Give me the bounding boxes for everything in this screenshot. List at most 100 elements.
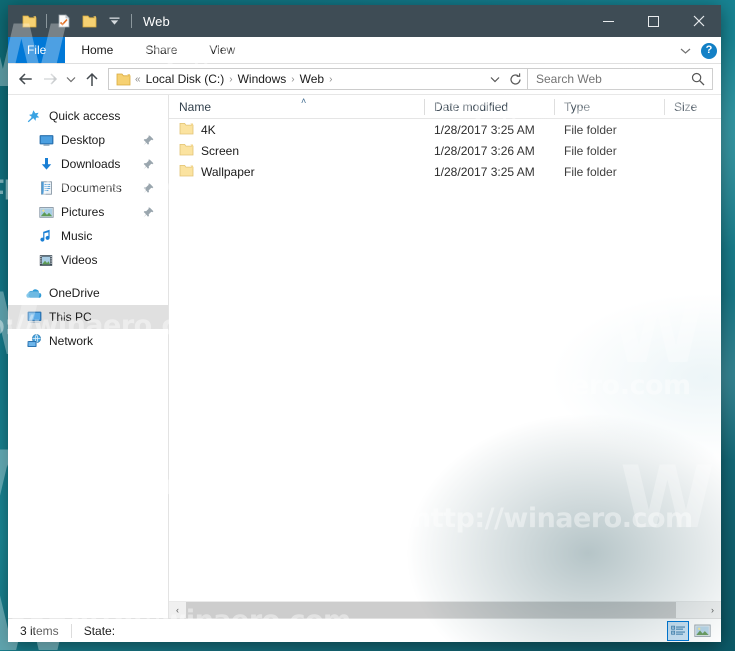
file-type-cell: File folder bbox=[564, 164, 617, 179]
column-header-type[interactable]: Type bbox=[554, 95, 664, 119]
close-button[interactable] bbox=[676, 5, 721, 37]
search-icon[interactable] bbox=[688, 69, 708, 89]
music-icon bbox=[38, 228, 54, 244]
sidebar-item-music[interactable]: Music bbox=[8, 224, 168, 248]
file-date-cell: 1/28/2017 3:25 AM bbox=[434, 122, 535, 137]
refresh-icon[interactable] bbox=[505, 69, 525, 89]
status-separator bbox=[70, 623, 72, 638]
tab-view[interactable]: View bbox=[193, 37, 251, 63]
up-button[interactable] bbox=[80, 67, 104, 91]
item-count-label: 3 items bbox=[20, 623, 59, 638]
breadcrumb-item-windows[interactable]: Windows bbox=[235, 72, 290, 86]
file-date-cell: 1/28/2017 3:25 AM bbox=[434, 164, 535, 179]
folder-icon bbox=[179, 143, 194, 159]
downloads-icon bbox=[38, 156, 54, 172]
status-bar: 3 items State: bbox=[8, 618, 721, 642]
tab-home[interactable]: Home bbox=[65, 37, 129, 63]
onedrive-icon bbox=[26, 285, 42, 301]
tab-share[interactable]: Share bbox=[129, 37, 193, 63]
file-name-label: Screen bbox=[201, 143, 240, 158]
table-row[interactable]: 4K 1/28/2017 3:25 AM File folder bbox=[169, 119, 721, 140]
column-header-size[interactable]: Size bbox=[664, 95, 721, 119]
search-input[interactable] bbox=[536, 72, 688, 86]
sidebar-item-downloads[interactable]: Downloads bbox=[8, 152, 168, 176]
desktop-background: Web File Home Share View ? « Local Disk … bbox=[0, 0, 735, 651]
breadcrumb-separator-1[interactable]: › bbox=[227, 74, 234, 85]
tab-file[interactable]: File bbox=[8, 37, 66, 63]
scroll-left-arrow-icon[interactable]: ‹ bbox=[169, 602, 186, 618]
minimize-ribbon-chevron-down-icon[interactable] bbox=[675, 41, 695, 61]
ribbon-tab-bar: File Home Share View ? bbox=[8, 37, 721, 64]
address-dropdown-chevron-down-icon[interactable] bbox=[485, 69, 505, 89]
column-header-date-modified[interactable]: Date modified bbox=[424, 95, 554, 119]
pin-icon[interactable] bbox=[142, 158, 154, 170]
maximize-button[interactable] bbox=[631, 5, 676, 37]
file-name-cell: Screen bbox=[169, 143, 424, 159]
view-mode-buttons bbox=[667, 621, 713, 641]
scrollbar-track[interactable] bbox=[186, 602, 704, 618]
sidebar-label-onedrive: OneDrive bbox=[49, 286, 100, 300]
large-icons-view-button[interactable] bbox=[691, 621, 713, 641]
table-row[interactable]: Wallpaper 1/28/2017 3:25 AM File folder bbox=[169, 161, 721, 182]
breadcrumb-separator-3[interactable]: › bbox=[327, 74, 334, 85]
recent-locations-chevron-down-icon[interactable] bbox=[62, 67, 80, 91]
sidebar-item-this-pc[interactable]: This PC bbox=[8, 305, 168, 329]
sidebar-item-desktop[interactable]: Desktop bbox=[8, 128, 168, 152]
sidebar-label-downloads: Downloads bbox=[61, 157, 121, 171]
address-folder-icon bbox=[113, 67, 133, 91]
sidebar-label-quick-access: Quick access bbox=[49, 109, 121, 123]
scrollbar-thumb[interactable] bbox=[186, 602, 676, 618]
pictures-icon bbox=[38, 204, 54, 220]
thispc-icon bbox=[26, 309, 42, 325]
pin-icon[interactable] bbox=[142, 206, 154, 218]
table-row[interactable]: Screen 1/28/2017 3:26 AM File folder bbox=[169, 140, 721, 161]
sidebar-item-videos[interactable]: Videos bbox=[8, 248, 168, 272]
file-explorer-window: Web File Home Share View ? « Local Disk … bbox=[8, 5, 721, 642]
sort-ascending-icon: ˄ bbox=[301, 95, 307, 106]
title-bar: Web bbox=[8, 5, 721, 37]
back-button[interactable] bbox=[14, 67, 38, 91]
scroll-right-arrow-icon[interactable]: › bbox=[704, 602, 721, 618]
minimize-button[interactable] bbox=[586, 5, 631, 37]
breadcrumb-item-web[interactable]: Web bbox=[297, 72, 327, 86]
sidebar-item-quick-access[interactable]: Quick access bbox=[8, 104, 168, 128]
breadcrumb-overflow[interactable]: « bbox=[133, 74, 143, 85]
customize-qat-chevron-icon[interactable] bbox=[103, 10, 125, 32]
breadcrumb: « Local Disk (C:) › Windows › Web › bbox=[133, 72, 485, 86]
file-name-cell: Wallpaper bbox=[169, 164, 424, 180]
sidebar-label-videos: Videos bbox=[61, 253, 98, 267]
sidebar-item-pictures[interactable]: Pictures bbox=[8, 200, 168, 224]
column-header-name[interactable]: Name ˄ bbox=[169, 95, 424, 119]
details-view-button[interactable] bbox=[667, 621, 689, 641]
folder-icon bbox=[179, 164, 194, 180]
window-body: Quick access Desktop Downloads Documents… bbox=[8, 94, 721, 618]
sidebar-gap-1 bbox=[8, 272, 168, 281]
address-bar-buttons bbox=[485, 69, 525, 89]
network-icon bbox=[26, 333, 42, 349]
sidebar-label-pictures: Pictures bbox=[61, 205, 105, 219]
horizontal-scrollbar[interactable]: ‹ › bbox=[169, 601, 721, 618]
folder-icon[interactable] bbox=[18, 10, 40, 32]
qat-separator-1 bbox=[46, 14, 47, 28]
search-box[interactable] bbox=[528, 68, 713, 90]
breadcrumb-separator-2[interactable]: › bbox=[289, 74, 296, 85]
pin-icon[interactable] bbox=[142, 182, 154, 194]
forward-button[interactable] bbox=[38, 67, 62, 91]
address-bar[interactable]: « Local Disk (C:) › Windows › Web › bbox=[108, 68, 528, 90]
star-pin-icon bbox=[26, 108, 42, 124]
breadcrumb-item-local-disk[interactable]: Local Disk (C:) bbox=[143, 72, 228, 86]
file-date-cell: 1/28/2017 3:26 AM bbox=[434, 143, 535, 158]
new-folder-icon[interactable] bbox=[78, 10, 100, 32]
sidebar-label-this-pc: This PC bbox=[49, 310, 92, 324]
file-name-label: Wallpaper bbox=[201, 164, 255, 179]
sidebar-item-onedrive[interactable]: OneDrive bbox=[8, 281, 168, 305]
sidebar-item-network[interactable]: Network bbox=[8, 329, 168, 353]
documents-icon bbox=[38, 180, 54, 196]
column-header-row: Name ˄ Date modified Type Size bbox=[169, 95, 721, 119]
file-name-cell: 4K bbox=[169, 122, 424, 138]
pin-icon[interactable] bbox=[142, 134, 154, 146]
properties-icon[interactable] bbox=[53, 10, 75, 32]
file-type-cell: File folder bbox=[564, 143, 617, 158]
help-icon[interactable]: ? bbox=[701, 42, 717, 59]
sidebar-item-documents[interactable]: Documents bbox=[8, 176, 168, 200]
